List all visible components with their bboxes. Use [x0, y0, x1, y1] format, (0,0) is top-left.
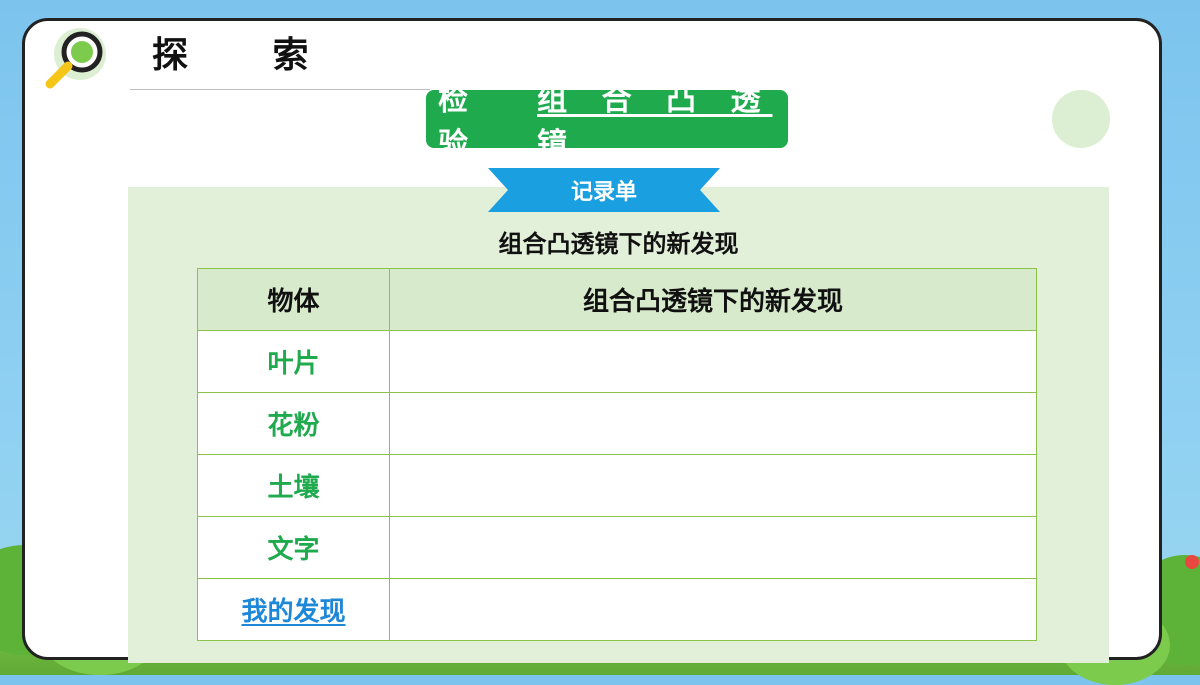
table-row: 土壤 [197, 454, 1037, 517]
finding-cell[interactable] [389, 516, 1037, 579]
column-header-finding: 组合凸透镜下的新发现 [389, 268, 1037, 331]
object-cell: 文字 [197, 516, 390, 579]
finding-cell[interactable] [389, 454, 1037, 517]
record-table: 物体 组合凸透镜下的新发现 叶片 花粉 土壤 文字 我的发现 [197, 268, 1037, 641]
table-subtitle: 组合凸透镜下的新发现 [498, 230, 739, 258]
finding-cell[interactable] [389, 578, 1037, 641]
my-discovery-link[interactable]: 我的发现 [197, 578, 390, 641]
table-row: 我的发现 [197, 578, 1037, 641]
header-divider [130, 89, 430, 90]
decorative-circle [1052, 90, 1110, 148]
object-cell: 土壤 [197, 454, 390, 517]
table-row: 花粉 [197, 392, 1037, 455]
table-row: 文字 [197, 516, 1037, 579]
table-header-row: 物体 组合凸透镜下的新发现 [197, 268, 1037, 331]
magnifier-icon [45, 28, 106, 89]
finding-cell[interactable] [389, 330, 1037, 393]
finding-cell[interactable] [389, 392, 1037, 455]
ribbon-label: 记录单 [570, 180, 637, 205]
berry-icon [1185, 555, 1199, 569]
object-cell: 叶片 [197, 330, 390, 393]
table-row: 叶片 [197, 330, 1037, 393]
topic-link[interactable]: 组 合 凸 透 镜 [537, 75, 788, 163]
column-header-object: 物体 [197, 268, 390, 331]
object-cell: 花粉 [197, 392, 390, 455]
topic-part1: 检 验 [438, 83, 480, 162]
page-title: 探 索 [152, 35, 345, 76]
topic-banner: 检 验 组 合 凸 透 镜 [426, 83, 788, 162]
